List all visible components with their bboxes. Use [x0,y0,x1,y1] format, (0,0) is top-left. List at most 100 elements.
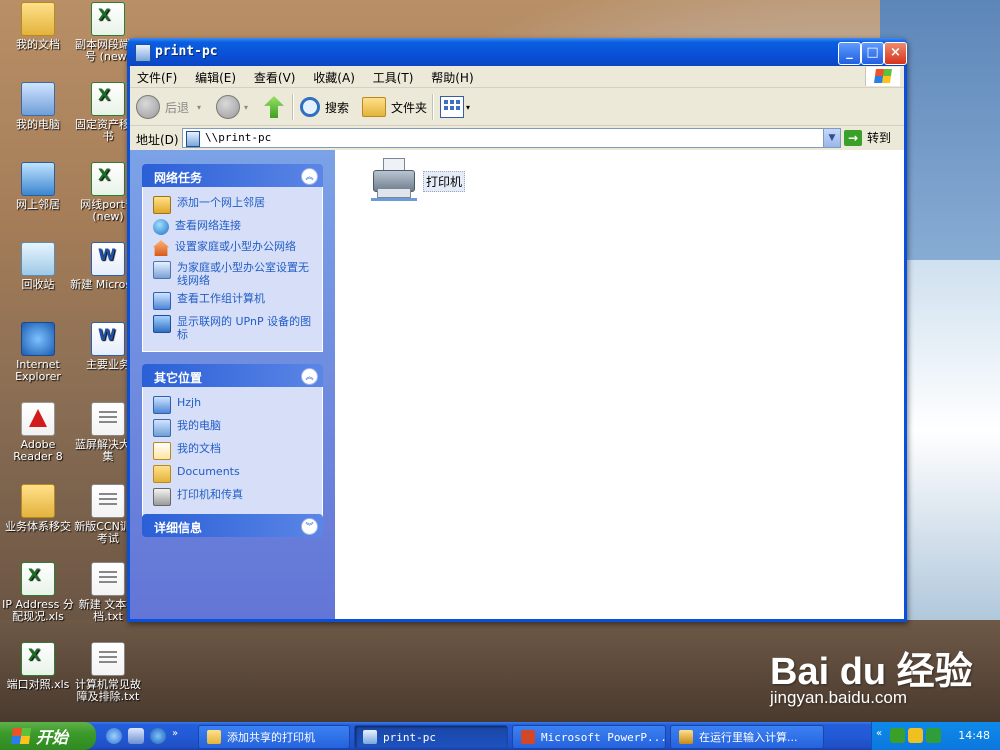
desktop-icon-port-xls[interactable]: 端口对照.xls [0,642,76,691]
back-dropdown-icon[interactable]: ▾ [197,103,201,112]
place-my-documents[interactable]: 我的文档 [143,439,322,462]
maximize-button[interactable]: □ [861,42,884,65]
title-bar[interactable]: print-pc _ □ × [127,38,907,66]
task-setup-home-network[interactable]: 设置家庭或小型办公网络 [143,237,322,258]
tray-expand-icon[interactable]: « [876,728,882,739]
printer-share-item[interactable]: 打印机 [371,158,466,204]
forward-dropdown-icon[interactable]: ▾ [244,103,248,112]
excel-file-icon [91,162,125,196]
desktop-icon-internet-explorer[interactable]: Internet Explorer [0,322,76,383]
excel-file-icon [91,82,125,116]
start-button[interactable]: 开始 [0,722,96,750]
quicklaunch-expand-icon[interactable]: » [172,728,178,739]
expand-chevron-icon[interactable]: ︾ [301,518,318,535]
task-run-input[interactable]: 在运行里输入计算... [670,725,824,749]
powerpoint-icon [521,730,535,744]
desktop-icon-label: 端口对照.xls [6,678,70,691]
views-button[interactable]: ▾ [440,94,470,120]
desktop-icon-recycle-bin[interactable]: 回收站 [0,242,76,291]
internet-explorer-icon [21,322,55,356]
address-bar: 地址(D) \\print-pc ▼ → 转到 [130,126,904,151]
desktop-icon-my-computer[interactable]: 我的电脑 [0,82,76,131]
baidu-watermark: Bai du 经验 [770,651,973,693]
show-desktop-icon[interactable] [128,728,144,744]
desktop-icon-ip-address-xls[interactable]: IP Address 分配现况.xls [0,562,76,623]
menu-file[interactable]: 文件(F) [130,66,184,89]
desktop-icon-network-places[interactable]: 网上邻居 [0,162,76,211]
place-my-computer[interactable]: 我的电脑 [143,416,322,439]
internet-explorer-icon[interactable] [150,728,166,744]
desktop-icon-business-folder[interactable]: 业务体系移交 [0,484,76,533]
task-show-upnp[interactable]: 显示联网的 UPnP 设备的图标 [143,312,322,343]
menu-favorites[interactable]: 收藏(A) [306,66,362,89]
folders-button[interactable]: 文件夹 [362,94,427,120]
printer-label: 打印机 [423,170,466,192]
start-label: 开始 [36,728,69,747]
minimize-button[interactable]: _ [838,42,861,65]
details-panel: 详细信息 ︾ [142,514,323,537]
network-computer-icon [135,44,151,62]
place-hzjh[interactable]: Hzjh [143,393,322,416]
collapse-chevron-icon[interactable]: ︽ [301,168,318,185]
network-connections-icon [153,219,169,235]
place-label: Documents [177,465,240,478]
place-documents[interactable]: Documents [143,462,322,485]
word-file-icon [91,322,125,356]
task-view-network-connections[interactable]: 查看网络连接 [143,216,322,237]
panel-title: 网络任务 [154,171,203,185]
excel-file-icon [21,642,55,676]
network-tasks-list: 添加一个网上邻居 查看网络连接 设置家庭或小型办公网络 为家庭或小型办公室设置无… [142,187,323,352]
desktop-icon-my-documents[interactable]: 我的文档 [0,2,76,51]
collapse-chevron-icon[interactable]: ︽ [301,368,318,385]
network-computer-icon [186,131,200,147]
task-label: 查看工作组计算机 [177,292,265,305]
network-places-icon [21,162,55,196]
task-label: 设置家庭或小型办公网络 [175,240,296,253]
go-button[interactable]: → 转到 [844,129,891,146]
clock[interactable]: 14:48 [958,729,990,742]
task-powerpoint[interactable]: Microsoft PowerP... [512,725,666,749]
other-places-list: Hzjh 我的电脑 我的文档 Documents 打印机和传真 [142,387,323,517]
search-button[interactable]: 搜索 [300,94,349,120]
windows-logo [865,67,900,86]
menu-help[interactable]: 帮助(H) [424,66,480,89]
desktop-icon-troubleshoot[interactable]: 计算机常见故障及排除.txt [70,642,146,703]
tray-app-icon[interactable] [890,728,905,743]
tray-security-icon[interactable] [908,728,923,743]
menu-tools[interactable]: 工具(T) [366,66,421,89]
task-add-shared-printer[interactable]: 添加共享的打印机 [198,725,350,749]
desktop-icon-label: 回收站 [21,278,55,291]
desktop-icon-label: IP Address 分配现况.xls [2,598,74,623]
menu-view[interactable]: 查看(V) [247,66,303,89]
folder-icon [21,484,55,518]
address-dropdown-icon[interactable]: ▼ [823,129,840,147]
tray-app-icon[interactable] [926,728,941,743]
menu-edit[interactable]: 编辑(E) [188,66,243,89]
media-player-icon[interactable] [106,728,122,744]
task-print-pc[interactable]: print-pc [354,725,508,749]
text-file-icon [91,484,125,518]
address-input[interactable]: \\print-pc ▼ [182,128,841,148]
network-computer-icon [153,396,171,414]
task-view-workgroup[interactable]: 查看工作组计算机 [143,289,322,312]
up-button[interactable] [264,94,284,120]
printers-faxes-icon [153,488,171,506]
excel-file-icon [21,562,55,596]
place-label: 我的文档 [177,442,221,455]
word-file-icon [91,242,125,276]
task-add-network-place[interactable]: 添加一个网上邻居 [143,193,322,216]
desktop-icon-adobe-reader[interactable]: Adobe Reader 8 [0,402,76,463]
up-folder-icon [264,96,284,118]
other-places-header[interactable]: 其它位置 ︽ [142,364,323,387]
back-button[interactable]: 后退 ▾ [136,94,201,120]
place-printers-faxes[interactable]: 打印机和传真 [143,485,322,508]
add-network-place-icon [153,196,171,214]
details-header[interactable]: 详细信息 ︾ [142,514,323,537]
task-setup-wireless[interactable]: 为家庭或小型办公室设置无线网络 [143,258,322,289]
close-button[interactable]: × [884,42,907,65]
wireless-network-icon [153,261,171,279]
panel-title: 其它位置 [154,371,203,385]
forward-button[interactable]: ▾ [216,94,248,120]
search-label: 搜索 [325,100,350,115]
network-tasks-header[interactable]: 网络任务 ︽ [142,164,323,187]
